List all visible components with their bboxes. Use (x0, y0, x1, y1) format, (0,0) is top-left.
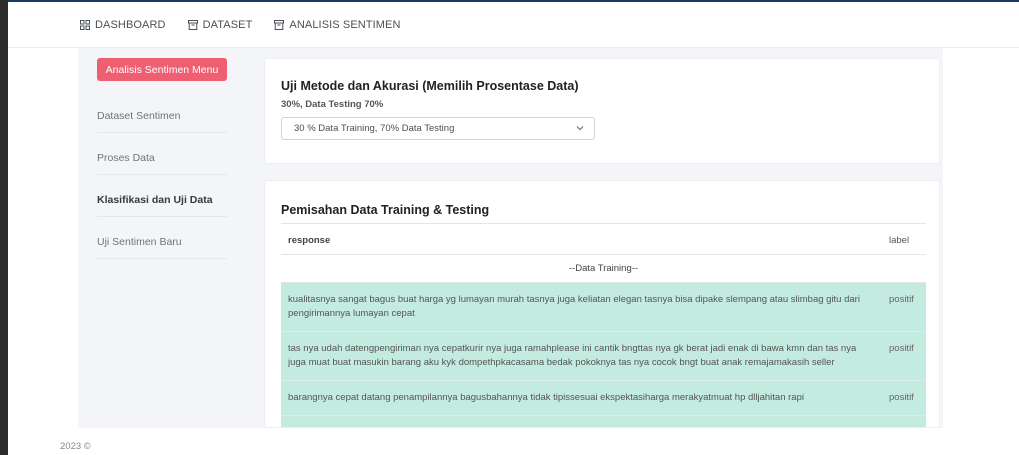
footer-copyright: 2023 © (60, 441, 91, 452)
sentiment-menu-button[interactable]: Analisis Sentimen Menu (97, 58, 227, 81)
cell-response: kualitasnya sangat bagus buat harga yg l… (288, 294, 860, 319)
sidebar-item-dataset-sentimen[interactable]: Dataset Sentimen (97, 110, 227, 133)
archive-icon (274, 19, 285, 30)
column-header-response: response (288, 235, 331, 246)
table-row: barangnya cepat datang penampilannya bag… (281, 381, 926, 416)
window-left-border (0, 0, 8, 455)
split-percentage-value: 30 % Data Training, 70% Data Testing (294, 123, 455, 134)
nav-dashboard[interactable]: DASHBOARD (80, 19, 166, 31)
table-row: terima kasih kaksuka banget sama tasnya … (281, 416, 926, 427)
top-navbar: DASHBOARD DATASET ANALISIS SENTIMEN (8, 2, 1019, 48)
cell-label: positif (889, 392, 914, 403)
split-percentage-select[interactable]: 30 % Data Training, 70% Data Testing (281, 117, 595, 140)
nav-dashboard-label: DASHBOARD (95, 18, 166, 31)
chevron-down-icon (576, 126, 584, 131)
grid-icon (80, 19, 90, 30)
sidebar-item-klasifikasi[interactable]: Klasifikasi dan Uji Data (97, 194, 227, 217)
nav-dataset[interactable]: DATASET (187, 18, 253, 31)
table-body: kualitasnya sangat bagus buat harga yg l… (281, 283, 926, 427)
table-row: tas nya udah datengpengiriman nya cepatk… (281, 332, 926, 381)
split-card: Pemisahan Data Training & Testing respon… (264, 180, 940, 428)
method-card-title: Uji Metode dan Akurasi (Memilih Prosenta… (281, 79, 579, 93)
sidebar-item-proses-data[interactable]: Proses Data (97, 152, 227, 175)
archive-icon (187, 19, 198, 30)
cell-response: tas nya udah datengpengiriman nya cepatk… (288, 343, 857, 368)
nav-analisis-sentimen-label: ANALISIS SENTIMEN (289, 18, 401, 31)
cell-label: positif (889, 294, 914, 305)
method-card: Uji Metode dan Akurasi (Memilih Prosenta… (264, 58, 940, 164)
method-card-subtitle: 30%, Data Testing 70% (281, 99, 384, 110)
section-label-training: --Data Training-- (281, 255, 926, 283)
cell-label: positif (889, 343, 914, 354)
cell-label: positif (889, 426, 914, 427)
table-row: kualitasnya sangat bagus buat harga yg l… (281, 283, 926, 332)
table-header: response label (281, 223, 926, 255)
cell-response: barangnya cepat datang penampilannya bag… (288, 392, 804, 403)
split-card-title: Pemisahan Data Training & Testing (281, 203, 490, 217)
nav-analisis-sentimen[interactable]: ANALISIS SENTIMEN (274, 19, 400, 31)
column-header-label: label (889, 235, 910, 246)
cell-response: terima kasih kaksuka banget sama tasnya … (281, 416, 871, 427)
sidebar-item-uji-sentimen-baru[interactable]: Uji Sentimen Baru (97, 236, 227, 259)
nav-dataset-label: DATASET (202, 18, 253, 31)
